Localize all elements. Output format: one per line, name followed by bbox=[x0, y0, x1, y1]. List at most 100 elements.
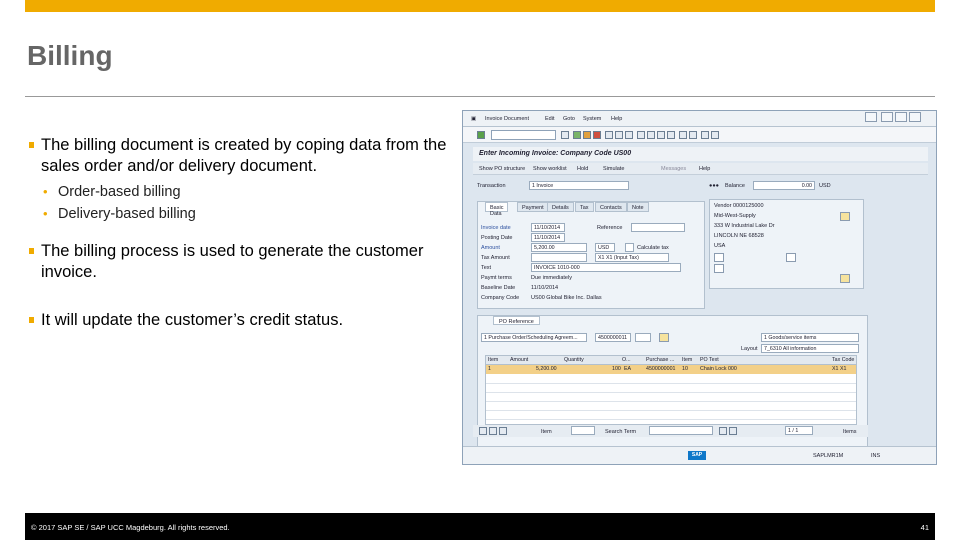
po-items-table: Item Amount Quantity O... Purchase ... I… bbox=[485, 355, 857, 425]
item-search-label: Item bbox=[541, 429, 552, 435]
application-toolbar: Show PO structure Show worklist Hold Sim… bbox=[473, 163, 928, 175]
col-po-item[interactable]: Item bbox=[682, 357, 692, 363]
vendor-detail-icon[interactable] bbox=[840, 212, 850, 221]
col-order-unit[interactable]: O... bbox=[622, 357, 631, 363]
tab-details[interactable]: Details bbox=[547, 202, 574, 212]
reference-type-select[interactable]: 1 Purchase Order/Scheduling Agreem... bbox=[481, 333, 587, 342]
find-icon[interactable] bbox=[615, 131, 623, 139]
messages-button[interactable]: Messages bbox=[661, 166, 686, 172]
find-next-icon[interactable] bbox=[625, 131, 633, 139]
minimize-icon[interactable] bbox=[881, 112, 893, 122]
search-next-icon[interactable] bbox=[729, 427, 737, 435]
maximize-icon[interactable] bbox=[895, 112, 907, 122]
amount-label: Amount bbox=[481, 245, 500, 251]
balance-label: Balance bbox=[725, 183, 745, 189]
slide-title: Billing bbox=[27, 40, 113, 71]
bullet-list: The billing document is created by copin… bbox=[27, 135, 447, 335]
vendor-bank-icon[interactable] bbox=[714, 264, 724, 273]
exit-icon[interactable] bbox=[583, 131, 591, 139]
menu-help[interactable]: Help bbox=[611, 116, 622, 122]
po-item-field[interactable] bbox=[635, 333, 651, 342]
transaction-select[interactable]: 1 Invoice bbox=[529, 181, 629, 190]
table-row-line bbox=[486, 419, 856, 420]
layout-select[interactable]: 7_6310 All information bbox=[761, 344, 859, 353]
save-icon[interactable] bbox=[561, 131, 569, 139]
amount-field[interactable]: 5,200.00 bbox=[531, 243, 587, 252]
menu-goto[interactable]: Goto bbox=[563, 116, 575, 122]
balance-field: 0.00 bbox=[753, 181, 815, 190]
col-quantity[interactable]: Quantity bbox=[564, 357, 584, 363]
menu-system[interactable]: System bbox=[583, 116, 601, 122]
tab-contacts[interactable]: Contacts bbox=[595, 202, 627, 212]
page-field[interactable]: 1 / 1 bbox=[785, 426, 813, 435]
reference-label: Reference bbox=[597, 225, 623, 231]
tab-note[interactable]: Note bbox=[627, 202, 649, 212]
deselect-all-icon[interactable] bbox=[489, 427, 497, 435]
tab-payment[interactable]: Payment bbox=[517, 202, 549, 212]
item-search-field[interactable] bbox=[571, 426, 595, 435]
cancel-icon[interactable] bbox=[593, 131, 601, 139]
screen-title: Enter Incoming Invoice: Company Code US0… bbox=[473, 147, 928, 161]
command-field[interactable] bbox=[491, 130, 556, 140]
show-po-structure-button[interactable]: Show PO structure bbox=[479, 166, 525, 172]
simulate-button[interactable]: Simulate bbox=[603, 166, 624, 172]
layout-label: Layout bbox=[741, 346, 758, 352]
back-icon[interactable] bbox=[573, 131, 581, 139]
tax-code-select[interactable]: X1 X1 (Input Tax) bbox=[595, 253, 669, 262]
first-page-icon[interactable] bbox=[637, 131, 645, 139]
company-code-value: US00 Global Bike Inc. Dallas bbox=[531, 295, 602, 301]
invoice-date-field[interactable]: 11/10/2014 bbox=[531, 223, 565, 232]
col-tax-code[interactable]: Tax Code bbox=[832, 357, 854, 363]
vendor-other-icon[interactable] bbox=[840, 274, 850, 283]
col-amount[interactable]: Amount bbox=[510, 357, 528, 363]
menu-invoice-document[interactable]: Invoice Document bbox=[485, 116, 529, 122]
col-po-text[interactable]: PO Text bbox=[700, 357, 719, 363]
help-button[interactable]: Help bbox=[699, 166, 710, 172]
select-all-icon[interactable] bbox=[479, 427, 487, 435]
col-item[interactable]: Item bbox=[488, 357, 498, 363]
tab-po-reference[interactable]: PO Reference bbox=[493, 316, 540, 325]
reference-field[interactable] bbox=[631, 223, 685, 232]
vendor-print-icon[interactable] bbox=[786, 253, 796, 262]
tab-basic-data[interactable]: Basic Data bbox=[485, 202, 509, 217]
show-worklist-button[interactable]: Show worklist bbox=[533, 166, 567, 172]
close-icon[interactable] bbox=[909, 112, 921, 122]
next-page-icon[interactable] bbox=[657, 131, 665, 139]
amount-currency-field[interactable]: USD bbox=[595, 243, 615, 252]
menu-edit[interactable]: Edit bbox=[545, 116, 554, 122]
search-term-field[interactable] bbox=[649, 426, 713, 435]
table-row-line bbox=[486, 392, 856, 393]
shortcut-icon[interactable] bbox=[689, 131, 697, 139]
table-settings-icon[interactable] bbox=[499, 427, 507, 435]
text-field[interactable]: INVOICE 1010-000 bbox=[531, 263, 681, 272]
help-icon[interactable] bbox=[701, 131, 709, 139]
enter-icon[interactable] bbox=[477, 131, 485, 139]
vendor-edit-icon[interactable] bbox=[714, 253, 724, 262]
top-accent-bar bbox=[25, 0, 935, 12]
table-row[interactable]: 1 5,200.00 100 EA 4500000001 10 Chain Lo… bbox=[486, 365, 856, 374]
search-icon[interactable] bbox=[719, 427, 727, 435]
new-session-icon[interactable] bbox=[679, 131, 687, 139]
invoice-date-label: Invoice date bbox=[481, 225, 511, 231]
posting-date-field[interactable]: 11/10/2014 bbox=[531, 233, 565, 242]
cell-tax-code: X1 X1 bbox=[832, 366, 847, 372]
cell-quantity: 100 bbox=[612, 366, 621, 372]
print-icon[interactable] bbox=[605, 131, 613, 139]
layout-icon[interactable] bbox=[711, 131, 719, 139]
col-purchase-order[interactable]: Purchase ... bbox=[646, 357, 674, 363]
calculate-tax-checkbox[interactable] bbox=[625, 243, 634, 252]
last-page-icon[interactable] bbox=[667, 131, 675, 139]
po-number-field[interactable]: 4500000011 bbox=[595, 333, 631, 342]
item-type-select[interactable]: 1 Goods/service items bbox=[761, 333, 859, 342]
window-extra-icon[interactable] bbox=[865, 112, 877, 122]
calculate-tax-label: Calculate tax bbox=[637, 245, 669, 251]
tax-amount-label: Tax Amount bbox=[481, 255, 510, 261]
prev-page-icon[interactable] bbox=[647, 131, 655, 139]
tax-amount-field[interactable] bbox=[531, 253, 587, 262]
po-pick-icon[interactable] bbox=[659, 333, 669, 342]
payment-terms-value: Due immediately bbox=[531, 275, 572, 281]
hold-button[interactable]: Hold bbox=[577, 166, 588, 172]
tab-tax[interactable]: Tax bbox=[575, 202, 594, 212]
table-row-line bbox=[486, 410, 856, 411]
slide-footer: © 2017 SAP SE / SAP UCC Magdeburg. All r… bbox=[25, 513, 935, 540]
